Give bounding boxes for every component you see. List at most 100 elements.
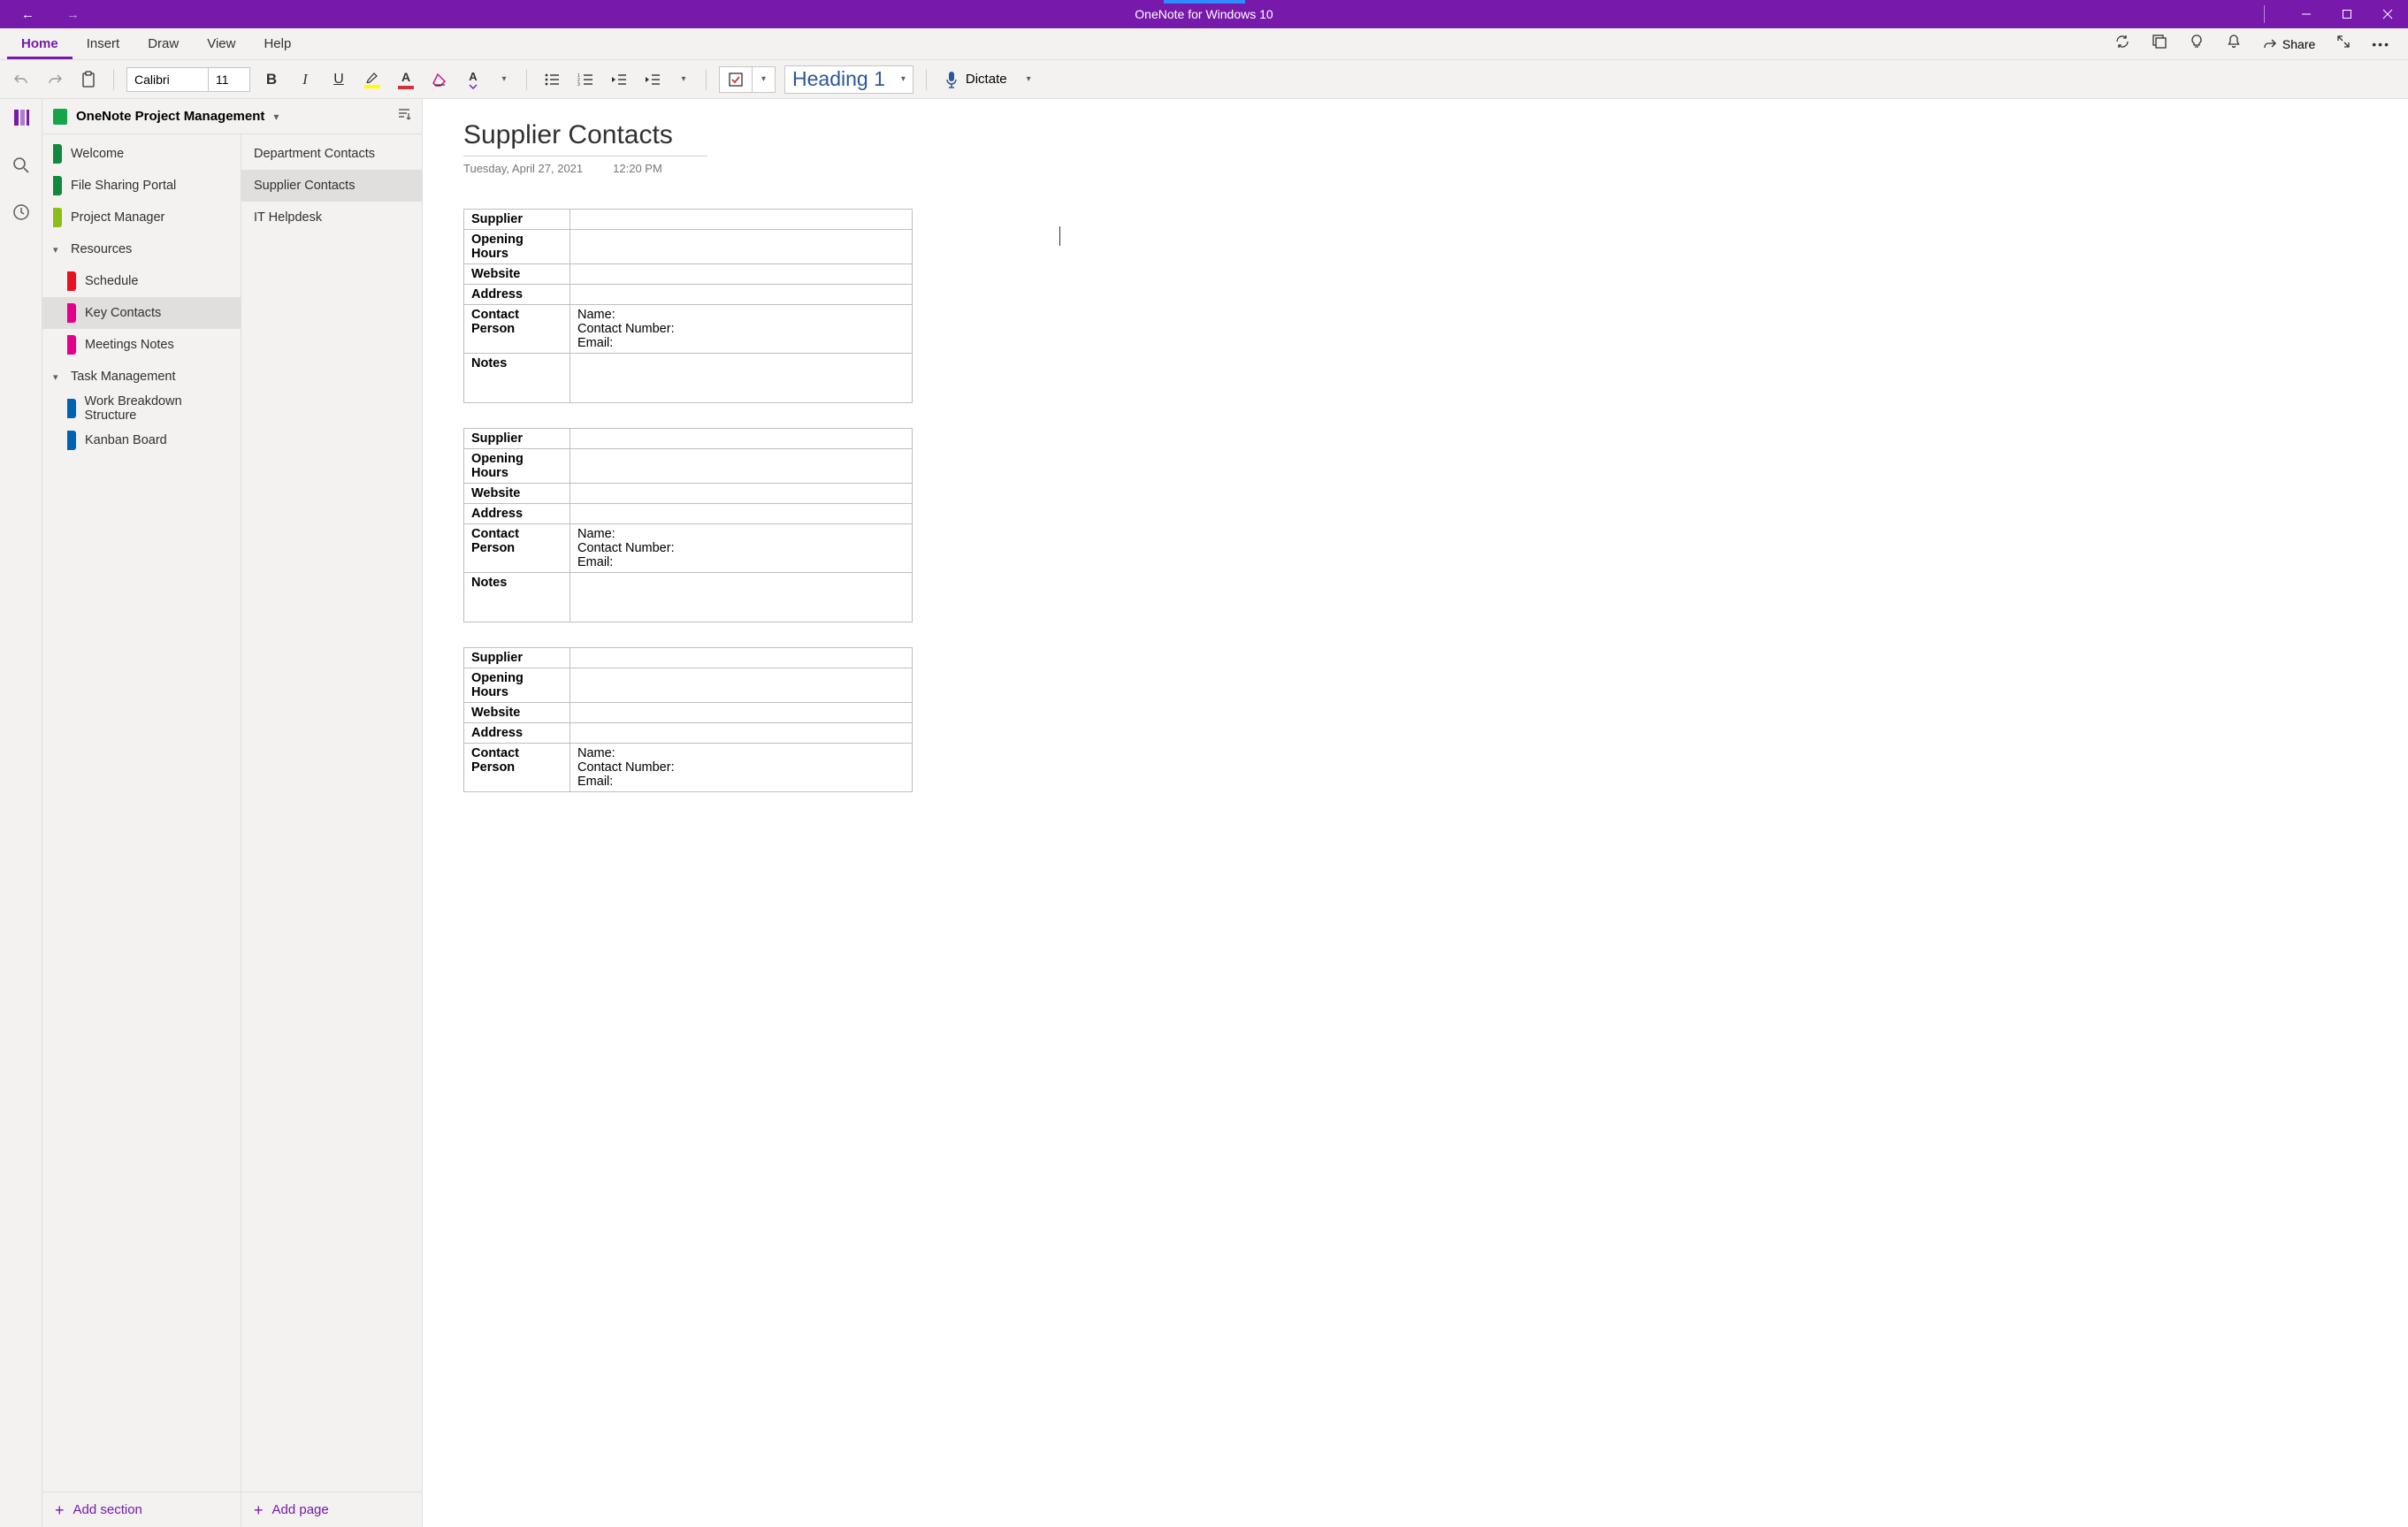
cell-label[interactable]: Website xyxy=(464,703,570,723)
indent-button[interactable] xyxy=(640,67,665,92)
tab-view[interactable]: View xyxy=(193,29,249,59)
page-canvas[interactable]: Supplier Contacts Tuesday, April 27, 202… xyxy=(423,99,2408,1527)
page-supplier-contacts[interactable]: Supplier Contacts xyxy=(241,170,422,202)
cell-label[interactable]: Opening Hours xyxy=(464,230,570,264)
cell-value[interactable] xyxy=(570,285,913,305)
page-title[interactable]: Supplier Contacts xyxy=(463,120,2408,150)
sync-icon[interactable] xyxy=(2114,34,2130,54)
highlight-button[interactable] xyxy=(360,67,385,92)
tag-button[interactable]: ▾ xyxy=(719,66,776,93)
cell-label[interactable]: Notes xyxy=(464,354,570,403)
section-wbs[interactable]: Work Breakdown Structure xyxy=(42,393,241,424)
add-page-button[interactable]: +Add page xyxy=(241,1492,422,1527)
paragraph-more-dropdown[interactable]: ▾ xyxy=(674,74,693,84)
font-name-input[interactable] xyxy=(127,68,209,91)
italic-button[interactable]: I xyxy=(293,67,317,92)
cell-value[interactable] xyxy=(570,210,913,230)
cell-label[interactable]: Supplier xyxy=(464,210,570,230)
section-welcome[interactable]: Welcome xyxy=(42,138,241,170)
section-group-resources[interactable]: ▾Resources xyxy=(42,233,241,265)
bullets-button[interactable] xyxy=(539,67,564,92)
cell-value[interactable] xyxy=(570,573,913,622)
section-project-manager[interactable]: Project Manager xyxy=(42,202,241,233)
cell-label[interactable]: Address xyxy=(464,285,570,305)
cell-label[interactable]: Address xyxy=(464,723,570,744)
cell-value[interactable] xyxy=(570,354,913,403)
cell-label[interactable]: Opening Hours xyxy=(464,449,570,484)
redo-button[interactable] xyxy=(42,67,67,92)
share-button[interactable]: Share xyxy=(2263,37,2315,51)
tab-draw[interactable]: Draw xyxy=(134,29,193,59)
cell-value[interactable] xyxy=(570,668,913,703)
cell-value[interactable] xyxy=(570,648,913,668)
section-schedule[interactable]: Schedule xyxy=(42,265,241,297)
lightbulb-icon[interactable] xyxy=(2189,34,2205,54)
forward-button[interactable]: → xyxy=(66,8,80,21)
page-date[interactable]: Tuesday, April 27, 2021 xyxy=(463,162,583,175)
cell-value[interactable] xyxy=(570,230,913,264)
cell-label[interactable]: Address xyxy=(464,504,570,524)
section-group-task-mgmt[interactable]: ▾Task Management xyxy=(42,361,241,393)
dictate-button[interactable]: Dictate ▾ xyxy=(939,71,1031,88)
fullscreen-icon[interactable] xyxy=(2336,34,2351,53)
cell-label[interactable]: Opening Hours xyxy=(464,668,570,703)
page-department-contacts[interactable]: Department Contacts xyxy=(241,138,422,170)
supplier-table[interactable]: Supplier Opening Hours Website Address C… xyxy=(463,647,913,792)
bell-icon[interactable] xyxy=(2226,34,2242,54)
page-time[interactable]: 12:20 PM xyxy=(613,162,662,175)
add-section-button[interactable]: +Add section xyxy=(42,1492,241,1527)
tab-help[interactable]: Help xyxy=(249,29,305,59)
sort-button[interactable] xyxy=(397,107,411,126)
feed-icon[interactable] xyxy=(2152,34,2167,54)
more-icon[interactable]: ••• xyxy=(2372,37,2390,51)
notebooks-rail-button[interactable] xyxy=(11,108,31,132)
page-it-helpdesk[interactable]: IT Helpdesk xyxy=(241,202,422,233)
tab-insert[interactable]: Insert xyxy=(73,29,134,59)
section-meetings-notes[interactable]: Meetings Notes xyxy=(42,329,241,361)
clipboard-button[interactable] xyxy=(76,67,101,92)
format-painter-button[interactable]: A xyxy=(461,67,485,92)
font-color-button[interactable]: A xyxy=(394,67,418,92)
tab-home[interactable]: Home xyxy=(7,29,73,59)
cell-value[interactable] xyxy=(570,703,913,723)
cell-label[interactable]: Contact Person xyxy=(464,524,570,573)
cell-value[interactable]: Name: Contact Number: Email: xyxy=(570,305,913,354)
undo-button[interactable] xyxy=(9,67,34,92)
underline-button[interactable]: U xyxy=(326,67,351,92)
font-more-dropdown[interactable]: ▾ xyxy=(494,74,514,84)
cell-value[interactable]: Name: Contact Number: Email: xyxy=(570,744,913,792)
cell-label[interactable]: Notes xyxy=(464,573,570,622)
cell-label[interactable]: Website xyxy=(464,484,570,504)
cell-label[interactable]: Supplier xyxy=(464,648,570,668)
cell-label[interactable]: Contact Person xyxy=(464,744,570,792)
search-rail-button[interactable] xyxy=(12,157,30,179)
cell-value[interactable] xyxy=(570,484,913,504)
cell-label[interactable]: Contact Person xyxy=(464,305,570,354)
section-key-contacts[interactable]: Key Contacts xyxy=(42,297,241,329)
style-selector[interactable]: Heading 1 ▾ xyxy=(784,65,914,94)
maximize-button[interactable] xyxy=(2327,0,2367,28)
recent-rail-button[interactable] xyxy=(12,203,30,225)
close-button[interactable] xyxy=(2367,0,2408,28)
clear-formatting-button[interactable] xyxy=(427,67,452,92)
cell-value[interactable] xyxy=(570,723,913,744)
bold-button[interactable]: B xyxy=(259,67,284,92)
cell-value[interactable] xyxy=(570,429,913,449)
cell-value[interactable] xyxy=(570,504,913,524)
cell-label[interactable]: Website xyxy=(464,264,570,285)
numbering-button[interactable]: 123 xyxy=(573,67,598,92)
minimize-button[interactable] xyxy=(2286,0,2327,28)
tag-dropdown[interactable]: ▾ xyxy=(752,67,775,92)
font-size-input[interactable] xyxy=(209,68,249,91)
cell-value[interactable] xyxy=(570,264,913,285)
cell-value[interactable]: Name: Contact Number: Email: xyxy=(570,524,913,573)
outdent-button[interactable] xyxy=(607,67,631,92)
supplier-table[interactable]: Supplier Opening Hours Website Address C… xyxy=(463,209,913,403)
section-file-sharing[interactable]: File Sharing Portal xyxy=(42,170,241,202)
section-kanban[interactable]: Kanban Board xyxy=(42,424,241,456)
supplier-table[interactable]: Supplier Opening Hours Website Address C… xyxy=(463,428,913,622)
notebook-title[interactable]: OneNote Project Management xyxy=(76,109,264,124)
cell-value[interactable] xyxy=(570,449,913,484)
cell-label[interactable]: Supplier xyxy=(464,429,570,449)
chevron-down-icon[interactable]: ▾ xyxy=(273,111,279,123)
